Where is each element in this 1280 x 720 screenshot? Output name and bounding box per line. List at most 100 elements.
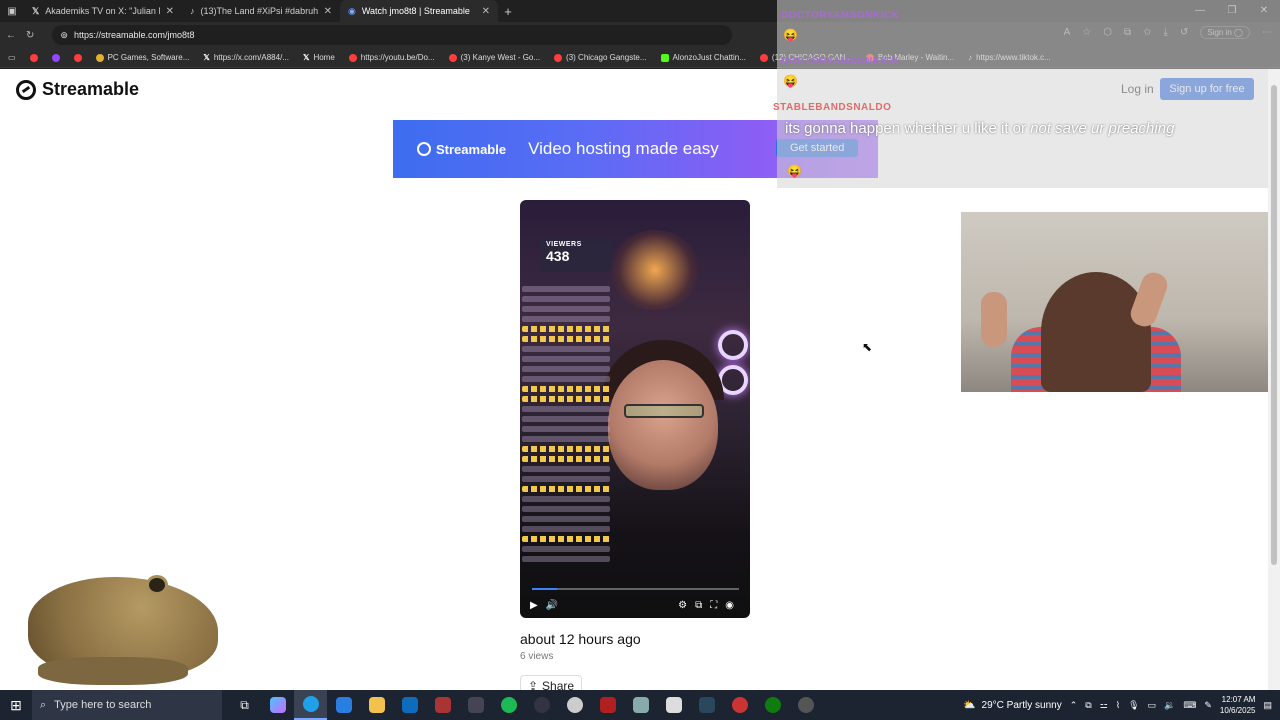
split-screen-icon[interactable]: ⧉ — [1124, 27, 1131, 38]
bookmark-twitch[interactable] — [51, 53, 60, 62]
chat-line — [522, 486, 610, 492]
app-icon[interactable] — [657, 690, 690, 720]
megabonk-logo — [599, 697, 616, 713]
close-icon[interactable]: ✕ — [482, 6, 490, 17]
share-button[interactable]: ⇪ Share — [520, 675, 582, 690]
chat-line — [522, 526, 610, 532]
history-icon[interactable]: ↺ — [1180, 27, 1188, 38]
url-field[interactable]: ⊚ https://streamable.com/jmo8t8 — [52, 25, 733, 45]
back-icon[interactable]: ← — [6, 30, 16, 41]
extensions-icon[interactable]: ⬡ — [1103, 27, 1112, 38]
bookmark-youtube-2[interactable] — [73, 53, 82, 62]
picture-in-picture-icon[interactable]: ⧉ — [695, 600, 702, 611]
app-icon[interactable] — [789, 690, 822, 720]
bookmark-kanye[interactable]: (3) Kanye West - Go... — [448, 53, 541, 62]
refresh-icon[interactable]: ↻ — [26, 30, 34, 41]
bookmark-label: https://youtu.be/Do... — [360, 53, 435, 62]
outlook-icon[interactable] — [393, 690, 426, 720]
taskbar-search[interactable]: ⌕ Type here to search — [32, 690, 222, 720]
tray-app-icon[interactable]: ⧉ — [1085, 700, 1091, 711]
game-logo — [434, 697, 451, 713]
close-icon[interactable]: ✕ — [324, 6, 332, 17]
volume-icon[interactable]: 🔊 — [546, 600, 558, 611]
downloads-icon[interactable]: ⤓ — [1164, 27, 1168, 38]
network-icon[interactable]: ⚍ — [1100, 700, 1108, 711]
store-icon[interactable] — [327, 690, 360, 720]
close-window-icon[interactable]: ✕ — [1248, 0, 1280, 22]
edge-icon[interactable] — [294, 690, 327, 720]
notifications-icon[interactable]: ▤ — [1263, 700, 1272, 711]
game-app-icon[interactable] — [426, 690, 459, 720]
streamable-logo[interactable]: Streamable — [16, 79, 139, 100]
tab-the-land[interactable]: ♪ (13)The Land #XiPsi #dabruhz 🎍 · ✕ — [182, 0, 340, 22]
bookmark-pc-games[interactable]: PC Games, Software... — [95, 53, 190, 62]
page-scrollbar[interactable] — [1268, 69, 1280, 690]
bookmark-label: (3) Kanye West - Go... — [460, 53, 541, 62]
bookmark-x-a884[interactable]: 𝕏https://x.com/A884/... — [203, 53, 289, 62]
reading-list-icon[interactable]: ▭ — [8, 53, 16, 62]
fullscreen-icon[interactable]: ⛶ — [710, 600, 717, 611]
chevron-up-icon[interactable]: ⌃ — [1070, 700, 1078, 711]
app-icon[interactable] — [624, 690, 657, 720]
streamable-watermark-icon[interactable]: ◉ — [725, 600, 734, 611]
site-info-icon[interactable]: ⊚ — [60, 30, 68, 41]
read-aloud-icon[interactable]: A — [1064, 27, 1071, 38]
weather-widget[interactable]: ⛅ 29°C Partly sunny — [963, 700, 1062, 711]
clock[interactable]: 12:07 AM 10/6/2025 — [1220, 694, 1256, 716]
tab-streamable[interactable]: ◉ Watch jmo8t8 | Streamable ✕ — [340, 0, 498, 22]
megabonk-icon[interactable] — [591, 690, 624, 720]
settings-icon[interactable]: ⚙ — [678, 600, 687, 611]
new-tab-button[interactable]: + — [498, 4, 518, 19]
file-explorer-icon[interactable] — [360, 690, 393, 720]
minimize-icon[interactable]: — — [1184, 0, 1216, 22]
bookmark-home[interactable]: 𝕏 Home — [303, 53, 335, 62]
media-app-icon[interactable] — [525, 690, 558, 720]
wifi-off-icon[interactable]: ⌇ — [1116, 700, 1120, 711]
bookmark-label: PC Games, Software... — [107, 53, 190, 62]
chat-line — [522, 416, 610, 422]
tab-actions-icon[interactable]: ▣ — [0, 6, 24, 17]
play-icon[interactable]: ▶ — [530, 600, 538, 611]
video-controls: ▶ 🔊 ⚙ ⧉ ⛶ ◉ — [530, 598, 742, 612]
bookmark-alonzo[interactable]: AlonzoJust Chattin... — [660, 53, 746, 62]
more-icon[interactable]: ⋯ — [1262, 27, 1272, 38]
bookmark-bob-marley[interactable]: Bob Marley - Waitin... — [865, 53, 954, 62]
close-icon[interactable]: ✕ — [166, 6, 174, 17]
favorite-icon[interactable]: ☆ — [1082, 27, 1091, 38]
youtube-icon — [448, 53, 457, 62]
volume-icon[interactable]: 🔉 — [1164, 700, 1175, 711]
mouse-cursor-icon: ⬉ — [862, 340, 873, 354]
xbox-logo — [764, 697, 781, 713]
app-icon[interactable] — [558, 690, 591, 720]
scrollbar-thumb[interactable] — [1271, 85, 1277, 565]
signin-button[interactable]: Sign in ◯ — [1200, 26, 1250, 39]
bookmark-tiktok[interactable]: ♪ https://www.tiktok.c... — [968, 53, 1051, 62]
xbox-icon[interactable] — [756, 690, 789, 720]
chat-line — [522, 436, 610, 442]
pen-icon[interactable]: ✎ — [1204, 700, 1212, 711]
bookmark-chicago-gan[interactable]: (12) CHICAGO GAN... — [759, 53, 852, 62]
tab-akademiks[interactable]: 𝕏 Akademiks TV on X: "Julian Newm ✕ — [24, 0, 182, 22]
spotify-icon[interactable] — [492, 690, 525, 720]
bookmark-chicago[interactable]: (3) Chicago Gangste... — [554, 53, 647, 62]
microphone-icon[interactable]: 🎙 — [1128, 700, 1139, 711]
fl-studio-icon[interactable] — [459, 690, 492, 720]
restore-icon[interactable]: ❐ — [1216, 0, 1248, 22]
favorites-bar-icon[interactable]: ✩ — [1143, 27, 1151, 38]
bookmark-youtube[interactable] — [29, 53, 38, 62]
banner-logo-text: Streamable — [436, 141, 507, 157]
frog-eye — [146, 575, 168, 595]
copilot-icon[interactable] — [261, 690, 294, 720]
bookmark-youtu-be[interactable]: https://youtu.be/Do... — [348, 53, 435, 62]
video-player[interactable]: VIEWERS 438 ▶ 🔊 ⚙ ⧉ ⛶ ◉ — [520, 200, 750, 618]
video-progress-bar[interactable] — [532, 588, 739, 590]
app-icon[interactable] — [723, 690, 756, 720]
task-view-icon[interactable]: ⧉ — [228, 690, 261, 720]
chat-line — [522, 546, 610, 552]
bookmark-label: Home — [313, 53, 335, 62]
display-icon[interactable]: ▭ — [1148, 700, 1157, 711]
steam-icon[interactable] — [690, 690, 723, 720]
video-person-face — [608, 360, 718, 490]
language-icon[interactable]: ⌨ — [1183, 700, 1196, 711]
windows-start-icon[interactable]: ⊞ — [0, 697, 32, 714]
